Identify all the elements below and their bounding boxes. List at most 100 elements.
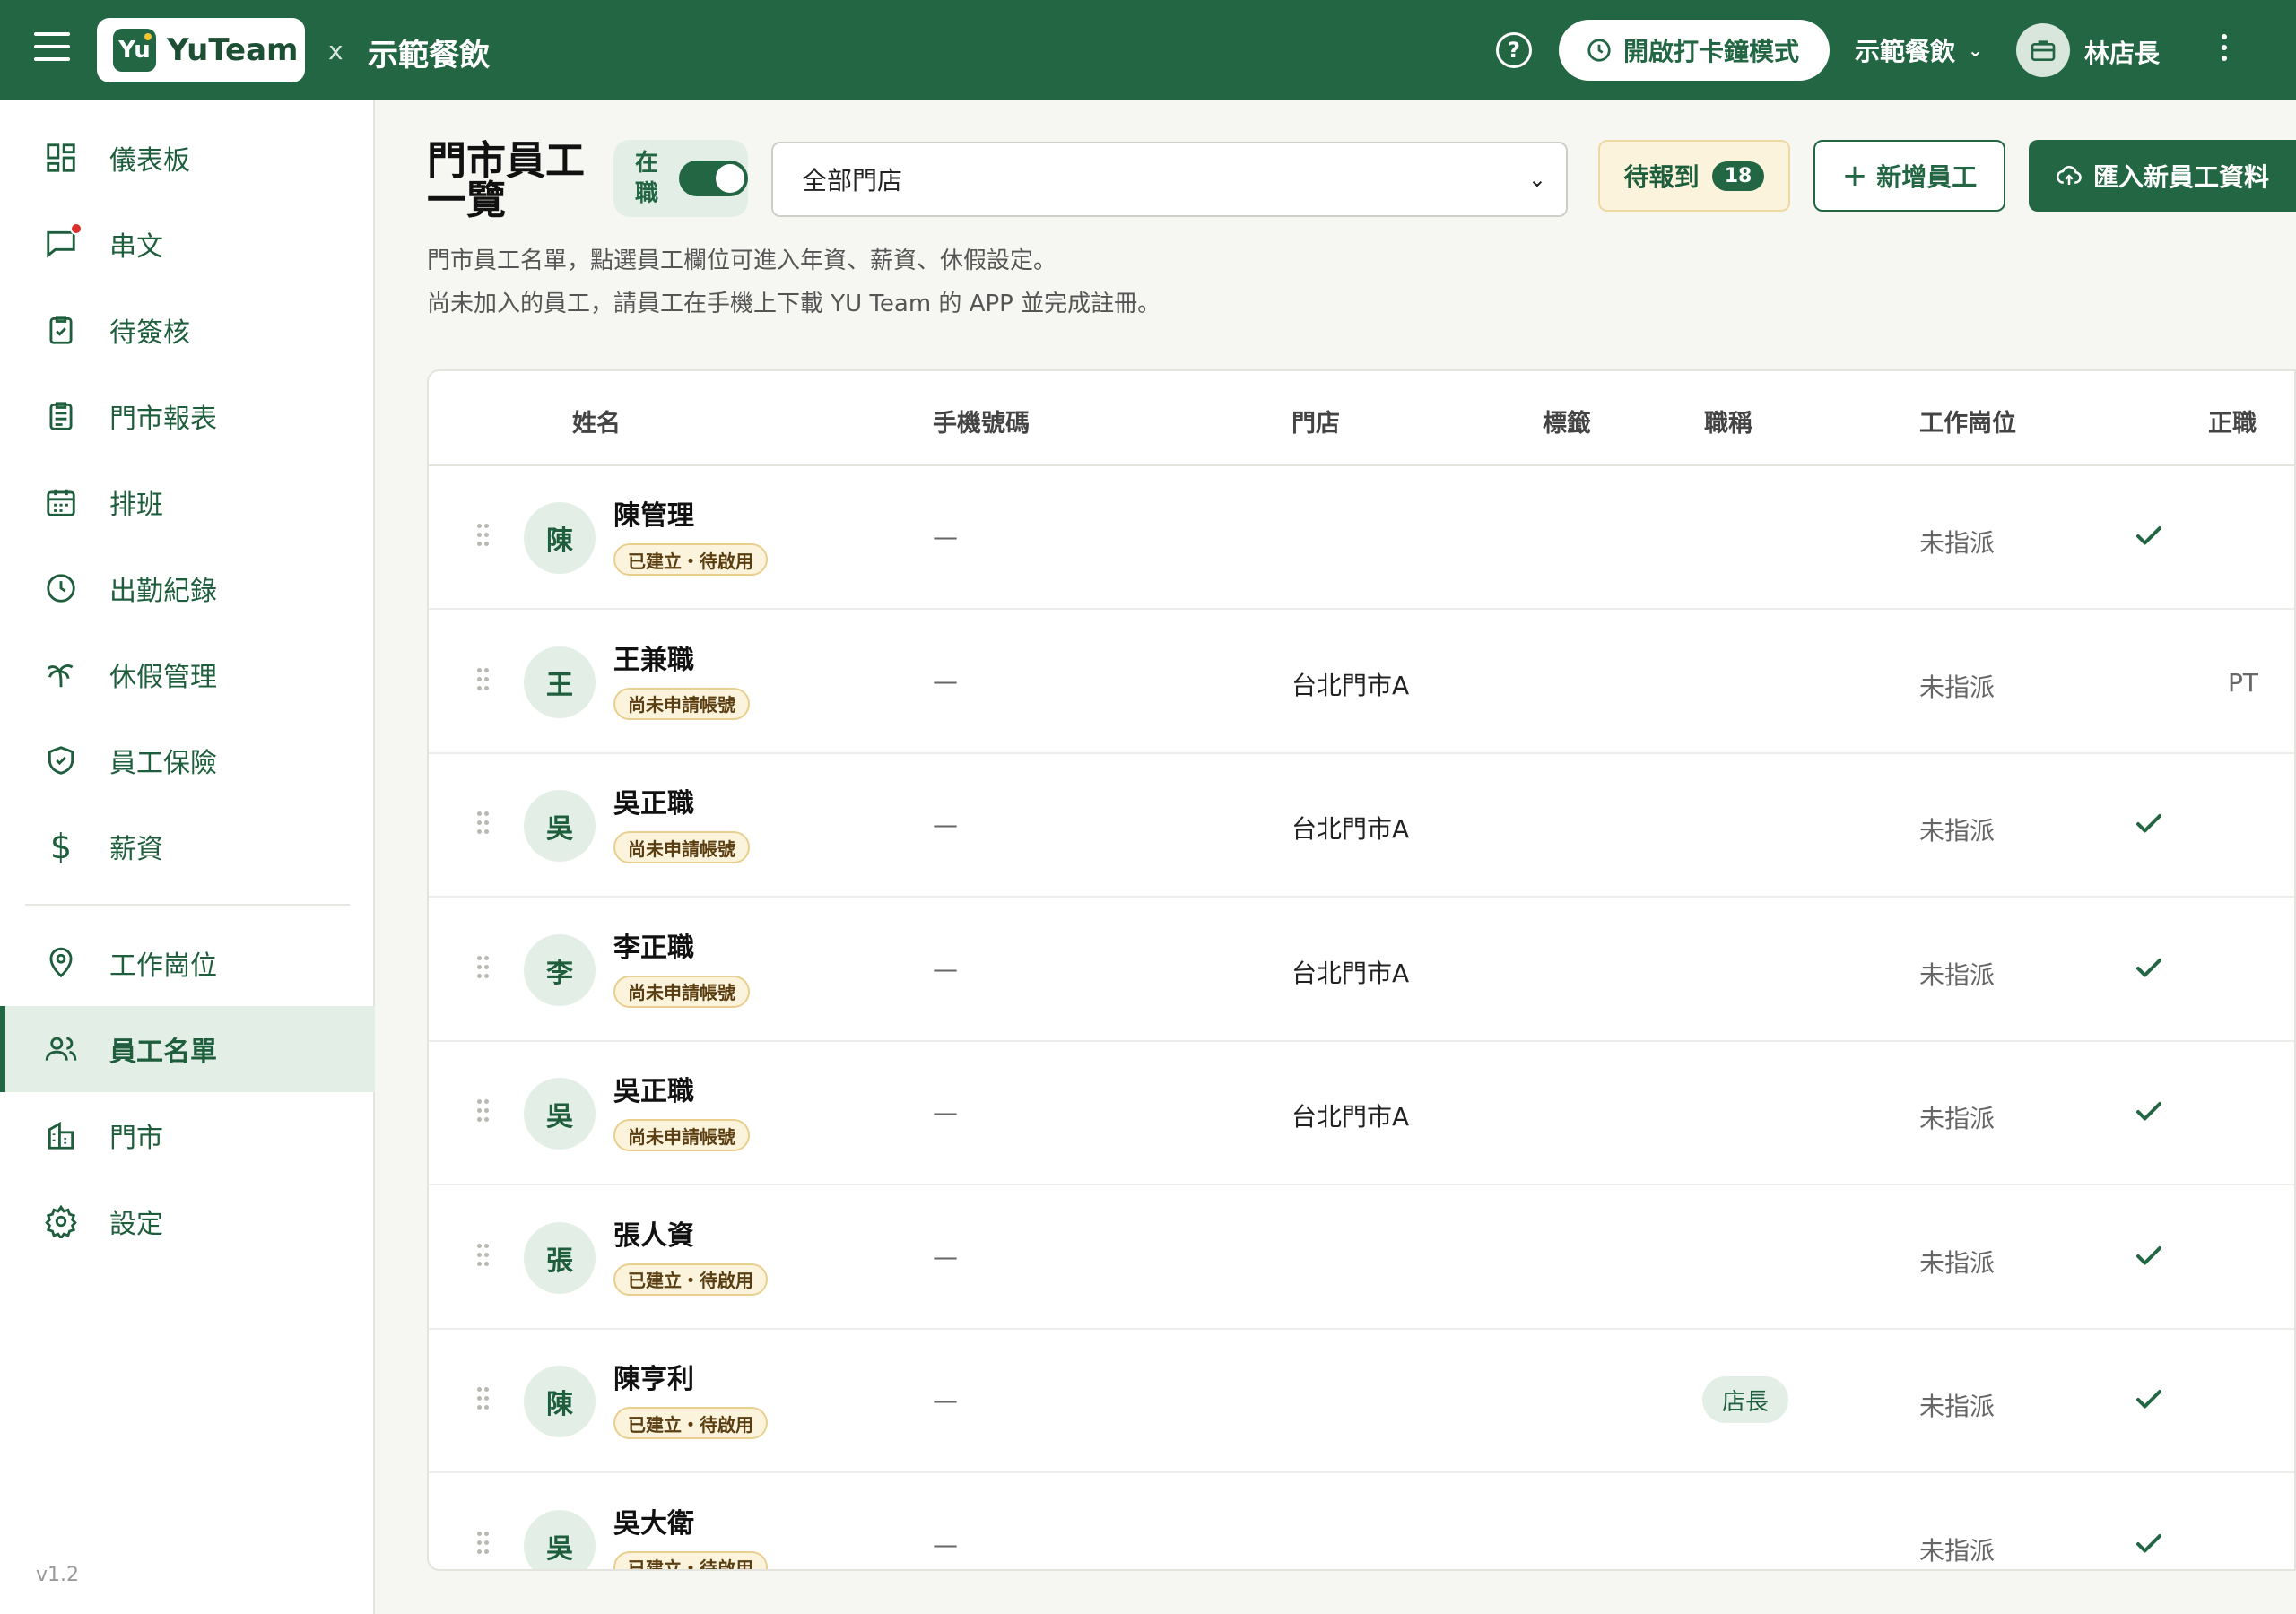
employee-table: 姓名 手機號碼 門店 標籤 職稱 工作崗位 正職 陳陳管理 已建立・待啟用 — 未指派… (427, 369, 2296, 1571)
clock-icon (43, 570, 79, 606)
table-row[interactable]: 王王兼職 尚未申請帳號 — 台北門市A 未指派 PT (429, 611, 2294, 754)
status-badge: 尚未申請帳號 (613, 687, 750, 720)
report-icon (43, 398, 79, 434)
sidebar-item-label: 排班 (109, 490, 163, 521)
phone-cell: — (933, 1529, 958, 1559)
sidebar-item-posts[interactable]: 串文 (0, 201, 375, 287)
sidebar-item-approvals[interactable]: 待簽核 (0, 287, 375, 373)
column-header-phone[interactable]: 手機號碼 (933, 404, 1030, 438)
drag-handle-icon[interactable] (477, 1387, 490, 1410)
column-header-name[interactable]: 姓名 (572, 404, 621, 438)
employee-name: 王兼職 (613, 644, 694, 676)
column-header-store[interactable]: 門店 (1292, 404, 1340, 438)
version-label: v1.2 (36, 1564, 80, 1586)
phone-cell: — (933, 1098, 958, 1127)
column-header-position[interactable]: 工作崗位 (1919, 404, 2016, 438)
check-icon (2136, 526, 2161, 545)
drag-handle-icon[interactable] (477, 1243, 490, 1267)
table-row[interactable]: 李李正職 尚未申請帳號 — 台北門市A 未指派 (429, 898, 2294, 1042)
brand-logo[interactable]: Yu YuTeam (97, 18, 305, 82)
status-badge: 已建立・待啟用 (613, 1263, 768, 1296)
table-row[interactable]: 陳陳亨利 已建立・待啟用 — 店長 未指派 (429, 1330, 2294, 1473)
store-selector-label: 示範餐飲 (1855, 37, 1956, 66)
store-filter-select[interactable]: 全部門店 ⌄ (771, 142, 1568, 217)
chat-icon (43, 222, 83, 262)
import-label: 匯入新員工資料 (2093, 162, 2270, 192)
drag-handle-icon[interactable] (477, 1531, 490, 1555)
sidebar-item-stores[interactable]: 門市 (0, 1092, 375, 1178)
briefcase-icon[interactable] (2016, 23, 2070, 77)
add-employee-label: 新增員工 (1876, 162, 1978, 192)
calendar-icon (43, 484, 79, 520)
sidebar-item-attendance[interactable]: 出勤紀錄 (0, 545, 375, 631)
chevron-down-icon: ⌄ (1527, 167, 1546, 192)
sidebar-item-label: 休假管理 (109, 662, 217, 693)
pending-onboarding-button[interactable]: 待報到 18 (1598, 140, 1790, 212)
page-title: 門市員工一覽 (427, 138, 585, 223)
table-header: 姓名 手機號碼 門店 標籤 職稱 工作崗位 正職 (429, 371, 2294, 466)
pending-count-badge: 18 (1711, 161, 1765, 191)
fulltime-cell: PT (2228, 667, 2258, 698)
job-title-chip: 店長 (1702, 1376, 1789, 1423)
employee-name: 吳正職 (613, 788, 694, 820)
menu-icon[interactable] (34, 32, 70, 68)
store-cell: 台北門市A (1292, 1102, 1410, 1132)
avatar: 吳 (524, 790, 596, 862)
location-pin-icon (43, 945, 79, 981)
column-header-title[interactable]: 職稱 (1704, 404, 1752, 438)
drag-handle-icon[interactable] (477, 811, 490, 835)
more-options-icon[interactable] (2219, 34, 2230, 70)
avatar: 陳 (524, 502, 596, 574)
avatar: 吳 (524, 1078, 596, 1150)
status-badge: 已建立・待啟用 (613, 1550, 768, 1569)
sidebar: 儀表板 串文 待簽核 門市報表 排班 出勤紀錄 休假管理 員工保險 $ 薪資 工… (0, 100, 375, 1614)
store-cell: 台北門市A (1292, 958, 1410, 988)
sidebar-item-store-reports[interactable]: 門市報表 (0, 373, 375, 459)
help-icon[interactable]: ? (1496, 32, 1532, 68)
table-row[interactable]: 張張人資 已建立・待啟用 — 未指派 (429, 1186, 2294, 1330)
building-icon (43, 1117, 79, 1153)
avatar: 吳 (524, 1509, 596, 1569)
drag-handle-icon[interactable] (477, 1099, 490, 1123)
add-employee-button[interactable]: + 新增員工 (1813, 140, 2005, 212)
sidebar-item-label: 門市報表 (109, 404, 217, 435)
sidebar-item-settings[interactable]: 設定 (0, 1178, 375, 1264)
phone-cell: — (933, 665, 958, 696)
sidebar-item-schedule[interactable]: 排班 (0, 459, 375, 545)
page-description: 門市員工名單，點選員工欄位可進入年資、薪資、休假設定。 (427, 247, 1057, 274)
sidebar-item-dashboard[interactable]: 儀表板 (0, 115, 375, 201)
sidebar-item-employees[interactable]: 員工名單 (0, 1006, 375, 1092)
sidebar-item-insurance[interactable]: 員工保險 (0, 717, 375, 803)
sidebar-item-label: 員工保險 (109, 748, 217, 779)
table-row[interactable]: 吳吳正職 尚未申請帳號 — 台北門市A 未指派 (429, 1042, 2294, 1185)
sidebar-item-positions[interactable]: 工作崗位 (0, 920, 375, 1006)
clock-mode-button[interactable]: 開啟打卡鐘模式 (1559, 20, 1830, 81)
drag-handle-icon[interactable] (477, 524, 490, 547)
table-row[interactable]: 陳陳管理 已建立・待啟用 — 未指派 (429, 466, 2294, 610)
users-icon (43, 1031, 79, 1067)
sidebar-item-payroll[interactable]: $ 薪資 (0, 803, 375, 889)
phone-cell: — (933, 1241, 958, 1271)
sidebar-item-label: 員工名單 (109, 1037, 217, 1068)
store-selector[interactable]: 示範餐飲 ⌄ (1855, 32, 1983, 68)
toggle-label: 在職 (635, 150, 659, 207)
drag-handle-icon[interactable] (477, 667, 490, 691)
table-row[interactable]: 吳吳大衛 已建立・待啟用 — 未指派 (429, 1474, 2294, 1569)
cloud-upload-icon (2056, 165, 2082, 185)
column-header-tags[interactable]: 標籤 (1543, 404, 1591, 438)
sidebar-item-label: 儀表板 (109, 145, 190, 177)
table-row[interactable]: 吳吳正職 尚未申請帳號 — 台北門市A 未指派 (429, 754, 2294, 898)
drag-handle-icon[interactable] (477, 955, 490, 979)
column-header-fulltime[interactable]: 正職 (2208, 404, 2257, 438)
sidebar-item-leave[interactable]: 休假管理 (0, 631, 375, 717)
store-filter-value: 全部門店 (802, 166, 903, 195)
check-icon (2136, 958, 2161, 976)
active-toggle[interactable] (679, 161, 748, 196)
org-name: 示範餐飲 (368, 38, 490, 74)
import-employees-button[interactable]: 匯入新員工資料 (2029, 140, 2296, 212)
sidebar-item-label: 門市 (109, 1123, 163, 1154)
status-badge: 已建立・待啟用 (613, 1407, 768, 1439)
brand-separator: x (328, 36, 344, 65)
phone-cell: — (933, 810, 958, 839)
user-name[interactable]: 林店長 (2084, 34, 2160, 70)
